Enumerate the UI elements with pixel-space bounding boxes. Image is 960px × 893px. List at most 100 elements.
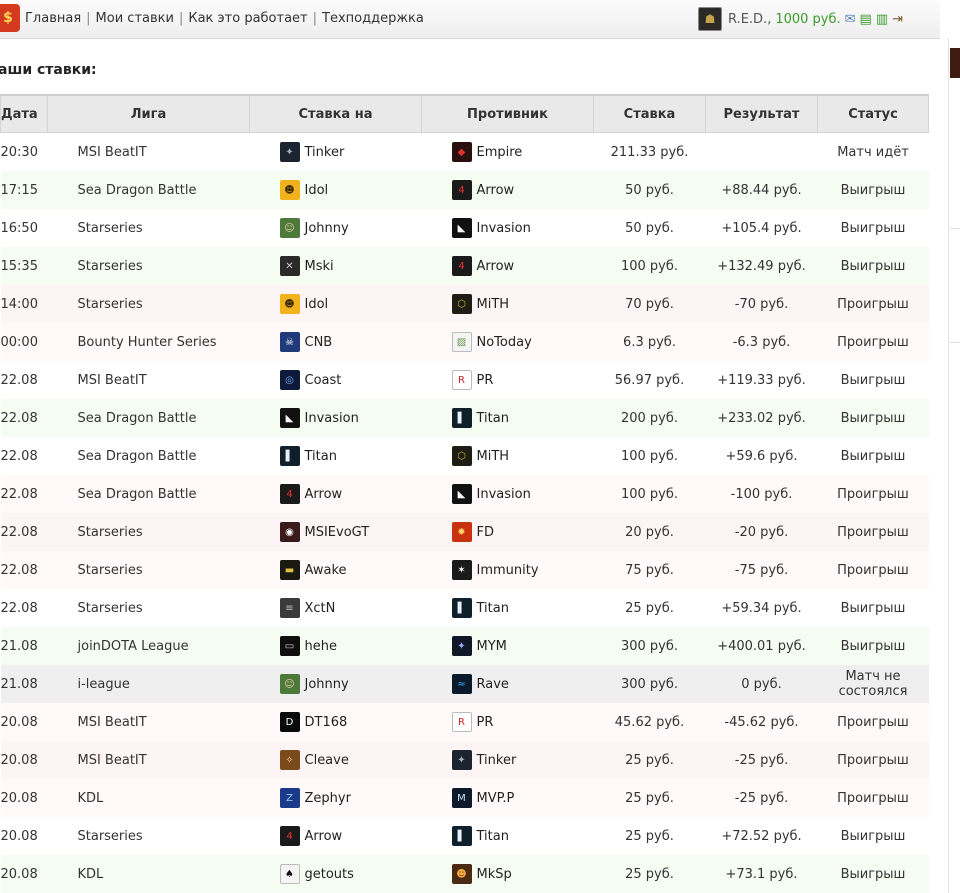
team-name[interactable]: Invasion — [477, 487, 531, 502]
username[interactable]: R.E.D., — [728, 12, 771, 27]
team-name[interactable]: MVP.P — [477, 791, 515, 806]
team-label: ✦ Tinker — [451, 750, 594, 770]
team-name[interactable]: Awake — [305, 563, 347, 578]
team-name[interactable]: DT168 — [305, 715, 348, 730]
column-header-result[interactable]: Результат — [705, 94, 818, 133]
team-name[interactable]: Titan — [477, 829, 509, 844]
column-header-date[interactable]: Дата — [0, 94, 48, 133]
sidebar-header-block — [950, 48, 960, 78]
team-name[interactable]: MkSp — [477, 867, 512, 882]
team-name[interactable]: Titan — [477, 601, 509, 616]
team-name[interactable]: MiTH — [477, 449, 510, 464]
team-name[interactable]: Arrow — [477, 259, 515, 274]
withdraw-money-icon[interactable]: ▥ — [876, 12, 888, 27]
mail-icon[interactable]: ✉ — [845, 12, 856, 27]
result-amount: -45.62 руб. — [705, 703, 818, 741]
coast-icon: ◎ — [279, 370, 300, 390]
team-name[interactable]: Immunity — [477, 563, 539, 578]
team-name[interactable]: Invasion — [305, 411, 359, 426]
nav-my-bets-link[interactable]: Мои ставки — [96, 11, 174, 26]
opponent-cell: ✦ MYM — [421, 627, 594, 665]
team-name[interactable]: MiTH — [477, 297, 510, 312]
team-name[interactable]: MYM — [477, 639, 507, 654]
team-name[interactable]: Coast — [305, 373, 342, 388]
dt168-icon: D — [279, 712, 300, 732]
league-name: Bounty Hunter Series — [47, 323, 250, 361]
nav-how-it-works-link[interactable]: Как это работает — [188, 11, 307, 26]
stake-amount: 25 руб. — [593, 817, 706, 855]
bet-team-cell: ▬ Awake — [249, 551, 422, 589]
titan-icon: ▌ — [279, 446, 300, 466]
table-row: 22.08 Sea Dragon Battle ▌ Titan ⬡ MiTH 100 руб… — [0, 437, 929, 475]
team-label: ✹ FD — [451, 522, 594, 542]
table-row: 22.08 Sea Dragon Battle 4 Arrow ◣ Invasion 100… — [0, 475, 929, 513]
team-label: 4 Arrow — [451, 256, 594, 276]
team-name[interactable]: Zephyr — [305, 791, 351, 806]
team-name[interactable]: Arrow — [477, 183, 515, 198]
nav-support-link[interactable]: Техподдержка — [322, 11, 424, 26]
team-label: ☺ Johnny — [279, 218, 422, 238]
table-row: 22.08 Starseries ◉ MSIEvoGT ✹ FD 20 руб. -20 ру… — [0, 513, 929, 551]
team-label: 4 Arrow — [279, 826, 422, 846]
right-sidebar — [948, 38, 960, 893]
team-name[interactable]: Arrow — [305, 487, 343, 502]
column-header-status[interactable]: Статус — [817, 94, 929, 133]
team-name[interactable]: Mski — [305, 259, 334, 274]
team-label: ▌ Titan — [451, 408, 594, 428]
tinker-icon: ✦ — [279, 142, 300, 162]
team-label: ◣ Invasion — [279, 408, 422, 428]
team-name[interactable]: Empire — [477, 145, 523, 160]
result-amount: +105.4 руб. — [705, 209, 818, 247]
bet-date: 00:00 — [0, 323, 48, 361]
bet-date: 20.08 — [0, 741, 48, 779]
team-name[interactable]: Arrow — [305, 829, 343, 844]
stake-amount: 45.62 руб. — [593, 703, 706, 741]
nav-home-link[interactable]: Главная — [25, 11, 81, 26]
user-avatar[interactable]: ☗ — [698, 7, 722, 31]
column-header-league[interactable]: Лига — [47, 94, 250, 133]
team-name[interactable]: Rave — [477, 677, 509, 692]
team-label: ▨ NoToday — [451, 332, 594, 352]
opponent-cell: 4 Arrow — [421, 247, 594, 285]
team-name[interactable]: Titan — [477, 411, 509, 426]
bet-date: 22.08 — [0, 551, 48, 589]
team-name[interactable]: NoToday — [477, 335, 532, 350]
team-name[interactable]: MSIEvoGT — [305, 525, 370, 540]
team-name[interactable]: hehe — [305, 639, 337, 654]
team-name[interactable]: Johnny — [305, 677, 349, 692]
bet-team-cell: ☺ Johnny — [249, 209, 422, 247]
pr-icon: R — [451, 370, 472, 390]
team-label: ▭ hehe — [279, 636, 422, 656]
league-name: MSI BeatIT — [47, 132, 250, 171]
team-name[interactable]: XctN — [305, 601, 336, 616]
team-name[interactable]: CNB — [305, 335, 333, 350]
team-name[interactable]: Idol — [305, 297, 329, 312]
team-name[interactable]: Tinker — [477, 753, 517, 768]
team-label: D DT168 — [279, 712, 422, 732]
top-bar: $ Главная | Мои ставки | Как это работает | Те… — [0, 0, 940, 39]
stake-amount: 25 руб. — [593, 779, 706, 817]
logout-icon[interactable]: ⇥ — [892, 12, 903, 27]
team-name[interactable]: Johnny — [305, 221, 349, 236]
column-header-stake[interactable]: Ставка — [593, 94, 706, 133]
nav-separator: | — [312, 11, 318, 26]
column-header-opponent[interactable]: Противник — [421, 94, 594, 133]
idol-icon: ☻ — [279, 180, 300, 200]
team-name[interactable]: Tinker — [305, 145, 345, 160]
team-name[interactable]: Titan — [305, 449, 337, 464]
team-label: M MVP.P — [451, 788, 594, 808]
column-header-bet-on[interactable]: Ставка на — [249, 94, 422, 133]
money-bag-logo-icon[interactable]: $ — [0, 4, 20, 32]
bet-team-cell: ☻ Idol — [249, 171, 422, 209]
team-name[interactable]: Idol — [305, 183, 329, 198]
team-name[interactable]: getouts — [305, 867, 354, 882]
team-name[interactable]: Cleave — [305, 753, 349, 768]
bets-table-body: 20:30 MSI BeatIT ✦ Tinker ◆ Empire 211.33 руб.… — [0, 132, 929, 893]
league-name: Starseries — [47, 285, 250, 323]
team-name[interactable]: PR — [477, 715, 494, 730]
team-name[interactable]: PR — [477, 373, 494, 388]
status-text: Выигрыш — [817, 399, 929, 437]
team-name[interactable]: FD — [477, 525, 495, 540]
team-name[interactable]: Invasion — [477, 221, 531, 236]
deposit-money-icon[interactable]: ▤ — [860, 12, 872, 27]
